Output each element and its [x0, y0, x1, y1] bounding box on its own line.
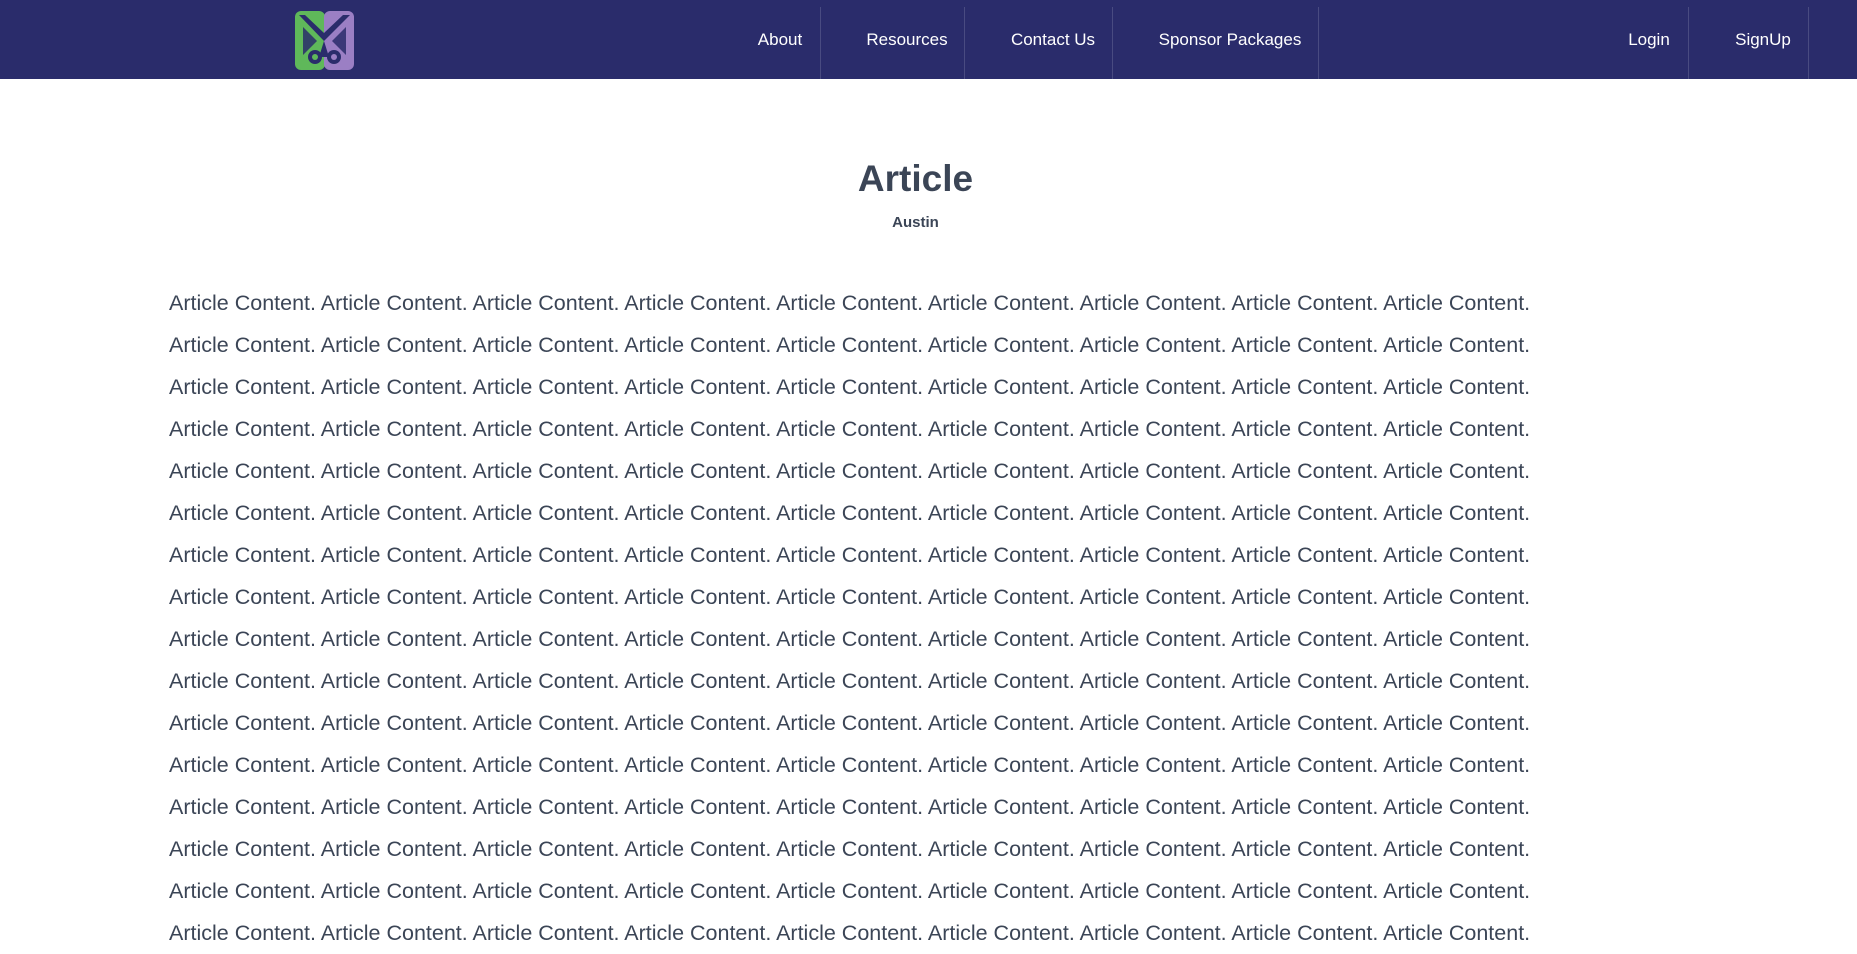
nav-resources-link[interactable]: Resources	[860, 0, 954, 79]
article-content-line: Article Content. Article Content. Articl…	[169, 459, 1531, 483]
article-content-line: Article Content. Article Content. Articl…	[169, 669, 1531, 693]
nav-divider	[1688, 7, 1689, 79]
nav-divider	[964, 7, 965, 79]
top-navbar: About Resources Contact Us Sponsor Packa…	[0, 0, 1857, 79]
signup-button[interactable]: SignUp	[1728, 0, 1798, 79]
article-content-line: Article Content. Article Content. Articl…	[169, 375, 1531, 399]
login-button[interactable]: Login	[1620, 0, 1678, 79]
article-content: Article Content. Article Content. Articl…	[169, 282, 1629, 954]
article-title: Article	[857, 158, 974, 199]
article-content-line: Article Content. Article Content. Articl…	[169, 543, 1531, 567]
article-content-line: Article Content. Article Content. Articl…	[169, 753, 1531, 777]
article-content-line: Article Content. Article Content. Articl…	[169, 795, 1531, 819]
nav-about-link[interactable]: About	[744, 0, 816, 79]
article-content-line: Article Content. Article Content. Articl…	[169, 291, 1531, 315]
article-content-line: Article Content. Article Content. Articl…	[169, 333, 1531, 357]
nav-divider	[1112, 7, 1113, 79]
nav-sponsor-packages-link[interactable]: Sponsor Packages	[1154, 0, 1306, 79]
nav-contact-us-link[interactable]: Contact Us	[1004, 0, 1102, 79]
nav-divider	[1808, 7, 1809, 79]
article-content-line: Article Content. Article Content. Articl…	[169, 921, 1531, 945]
article-content-line: Article Content. Article Content. Articl…	[169, 879, 1531, 903]
nav-divider	[820, 7, 821, 79]
article-content-line: Article Content. Article Content. Articl…	[169, 585, 1531, 609]
article-content-line: Article Content. Article Content. Articl…	[169, 417, 1531, 441]
article-content-line: Article Content. Article Content. Articl…	[169, 501, 1531, 525]
nav-divider	[1318, 7, 1319, 79]
article-content-line: Article Content. Article Content. Articl…	[169, 837, 1531, 861]
article-author: Austin	[892, 214, 939, 231]
article-content-line: Article Content. Article Content. Articl…	[169, 627, 1531, 651]
site-logo-icon[interactable]	[295, 11, 354, 70]
article-content-line: Article Content. Article Content. Articl…	[169, 711, 1531, 735]
